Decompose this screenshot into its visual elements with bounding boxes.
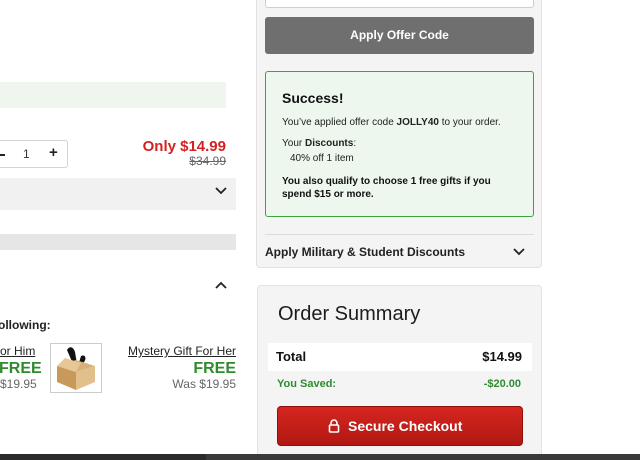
checkout-label[interactable]: Secure Checkout [348,418,462,434]
saved-label: You Saved: [277,378,337,390]
plus-icon[interactable]: + [49,144,58,161]
saved-value: -$20.00 [483,378,521,390]
military-student-discounts-toggle[interactable]: Apply Military & Student Discounts [265,245,465,259]
total-label: Total [276,349,307,364]
collapsed-accordion[interactable] [0,178,236,210]
promo-banner [0,82,226,108]
discount-item: 40% off 1 item [290,153,354,164]
taskbar [0,454,640,460]
original-price: $34.99 [189,154,226,168]
order-summary-panel: Order Summary Total $14.99 You Saved: -$… [257,285,542,460]
offer-code-applied: JOLLY40 [396,117,439,128]
apply-offer-code-button[interactable]: Apply Offer Code [265,17,534,54]
discounts-label: Your Discounts: [282,138,357,149]
panel-divider [265,234,534,235]
gift-thumbnail[interactable] [50,343,102,393]
current-price: Only $14.99 [142,138,226,155]
gift-free-label-him: FREE [0,360,42,377]
order-summary-title: Order Summary [278,303,421,325]
secure-checkout-button[interactable]: Secure Checkout [277,406,523,446]
total-value: $14.99 [482,349,522,364]
gift-link-her[interactable]: Mystery Gift For Her [128,344,236,358]
lock-icon [328,419,340,436]
offer-code-input[interactable] [265,0,534,8]
gift-link-him[interactable]: or Him [0,344,35,358]
total-row: Total $14.99 [268,343,532,371]
chevron-down-icon[interactable] [512,245,526,264]
minus-icon[interactable] [0,154,5,156]
gift-was-price-him: $19.95 [0,377,37,391]
chevron-up-icon[interactable] [214,278,228,297]
gift-free-label-her: FREE [193,360,236,377]
gift-was-price-her: Was $19.95 [172,377,236,391]
gift-box-icon [57,347,95,390]
chevron-down-icon[interactable] [214,184,228,203]
section-divider-bar [0,234,236,250]
success-title: Success! [282,90,344,106]
quantity-value[interactable]: 1 [23,147,30,161]
free-gift-qualify-text: You also qualify to choose 1 free gifts … [282,176,491,200]
success-text: You’ve applied offer code JOLLY40 to you… [282,117,501,128]
free-gift-heading: ollowing: [0,318,51,332]
offer-success-message: Success! You’ve applied offer code JOLLY… [265,71,534,217]
cart-items-column: 1 + Only $14.99 $34.99 ollowing: or Him … [0,0,246,460]
quantity-stepper[interactable]: 1 + [0,140,68,168]
